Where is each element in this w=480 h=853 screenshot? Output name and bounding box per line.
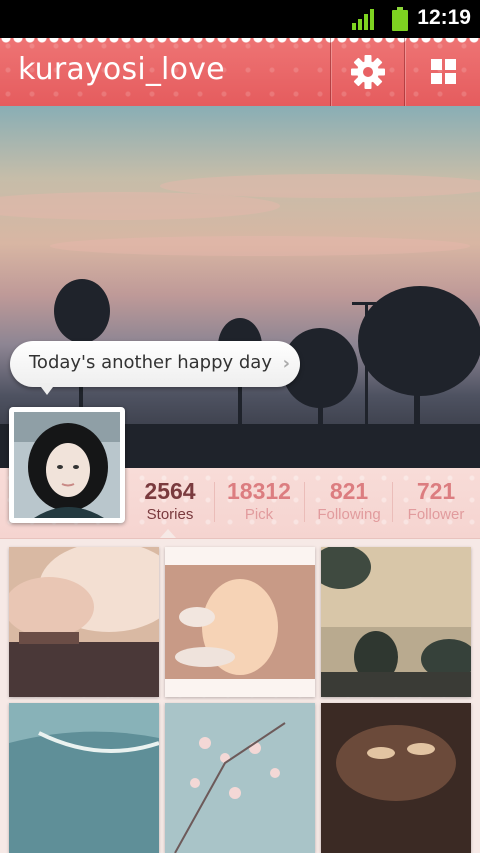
divider bbox=[404, 38, 405, 106]
status-time: 12:19 bbox=[417, 6, 471, 29]
stat-label: Follower bbox=[407, 506, 465, 523]
stat-value: 721 bbox=[416, 478, 456, 504]
photo-thumbnail[interactable] bbox=[321, 547, 471, 697]
photo-thumbnail[interactable] bbox=[165, 547, 315, 697]
status-bar: 12:19 bbox=[0, 0, 480, 38]
divider bbox=[330, 38, 331, 106]
signal-icon bbox=[352, 9, 374, 30]
photo-thumbnail[interactable] bbox=[165, 703, 315, 853]
app-bar: kurayosi_love bbox=[0, 38, 480, 106]
stat-value: 2564 bbox=[144, 478, 196, 504]
photo-thumbnail[interactable] bbox=[9, 703, 159, 853]
settings-button[interactable] bbox=[332, 38, 404, 106]
grid-icon bbox=[431, 59, 456, 84]
bubble-tail bbox=[38, 383, 56, 395]
photo-grid bbox=[0, 539, 480, 853]
stat-value: 821 bbox=[329, 478, 369, 504]
photo-thumbnail[interactable] bbox=[321, 703, 471, 853]
avatar-photo bbox=[14, 412, 120, 518]
status-message-bubble[interactable]: Today's another happy day › bbox=[10, 341, 300, 395]
gear-icon bbox=[351, 55, 385, 89]
stat-label: Pick bbox=[244, 506, 274, 523]
grid-menu-button[interactable] bbox=[406, 38, 478, 106]
photo-thumbnail[interactable] bbox=[9, 547, 159, 697]
chevron-right-icon: › bbox=[282, 353, 290, 374]
profile-username: kurayosi_love bbox=[18, 52, 225, 87]
stat-follower[interactable]: 721 Follower bbox=[392, 478, 480, 523]
stat-stories[interactable]: 2564 Stories bbox=[126, 478, 214, 523]
stat-following[interactable]: 821 Following bbox=[305, 478, 393, 523]
stat-label: Stories bbox=[146, 506, 194, 523]
status-message-text: Today's another happy day bbox=[29, 352, 272, 373]
avatar[interactable] bbox=[9, 407, 125, 523]
active-tab-pointer bbox=[160, 529, 176, 538]
stat-value: 18312 bbox=[227, 478, 291, 504]
battery-icon bbox=[392, 7, 408, 31]
stat-label: Following bbox=[317, 506, 381, 523]
stat-pick[interactable]: 18312 Pick bbox=[215, 478, 303, 523]
